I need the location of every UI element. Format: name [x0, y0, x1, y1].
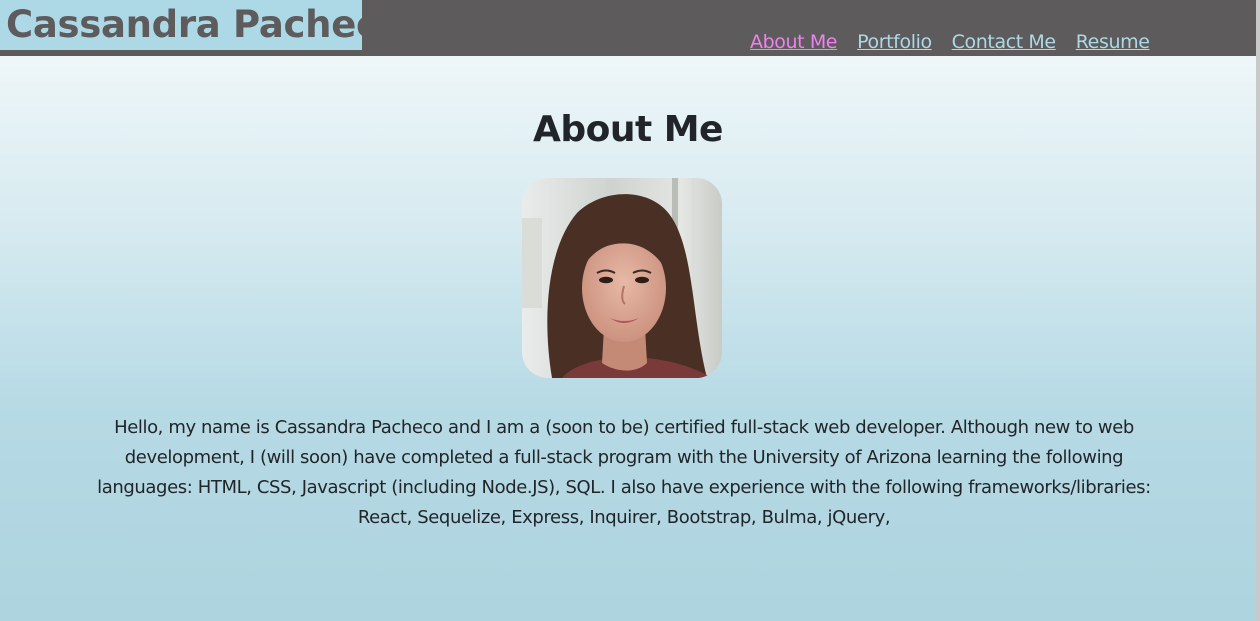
site-brand: Cassandra Pacheco — [0, 0, 362, 50]
site-header: Cassandra Pacheco About Me Portfolio Con… — [0, 0, 1256, 56]
main-nav: About Me Portfolio Contact Me Resume — [750, 28, 1150, 56]
page-title: About Me — [533, 109, 723, 150]
nav-contact-me[interactable]: Contact Me — [952, 28, 1056, 56]
bio-text: Hello, my name is Cassandra Pacheco and … — [97, 417, 1151, 528]
nav-about-me[interactable]: About Me — [750, 28, 838, 56]
nav-portfolio[interactable]: Portfolio — [857, 28, 932, 56]
scrollbar[interactable] — [1256, 0, 1260, 621]
nav-resume[interactable]: Resume — [1076, 28, 1150, 56]
profile-photo-illustration — [522, 178, 722, 378]
profile-photo — [522, 178, 722, 378]
